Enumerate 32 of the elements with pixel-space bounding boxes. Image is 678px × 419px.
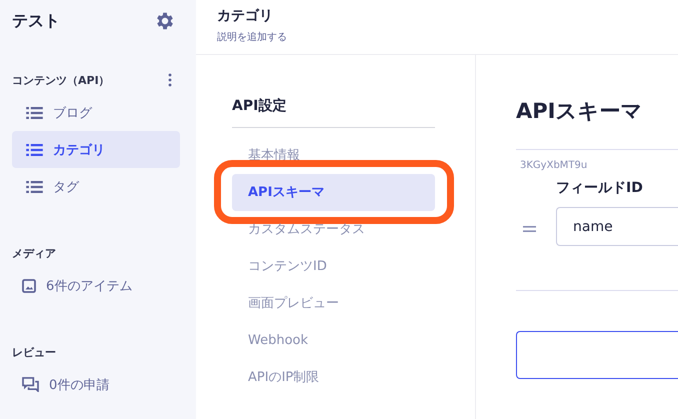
- list-icon: [26, 144, 43, 156]
- sidebar-item[interactable]: タグ: [12, 168, 180, 205]
- add-description-link[interactable]: 説明を追加する: [217, 30, 287, 44]
- app-title: テスト: [12, 10, 60, 32]
- settings-nav-item[interactable]: 画面プレビュー: [232, 285, 435, 322]
- chat-icon: [22, 377, 39, 392]
- schema-title: APIスキーマ: [516, 97, 678, 150]
- section-title: メディア: [12, 246, 56, 260]
- settings-nav-item[interactable]: Webhook: [232, 322, 435, 359]
- drag-handle-icon[interactable]: [523, 226, 536, 232]
- section-title: コンテンツ（API）: [12, 72, 110, 88]
- image-icon: [22, 278, 36, 292]
- list-icon: [26, 180, 43, 192]
- settings-nav-item[interactable]: APIスキーマ: [232, 174, 435, 211]
- settings-nav-item[interactable]: APIのIP制限: [232, 359, 435, 396]
- settings-nav-item[interactable]: カスタムステータス: [232, 211, 435, 248]
- settings-title: API設定: [232, 97, 435, 128]
- field-id-input[interactable]: name: [556, 207, 678, 246]
- page-title: カテゴリ: [217, 7, 274, 25]
- field-key: 3KGyXbMT9u: [516, 160, 678, 171]
- sidebar-item[interactable]: カテゴリ: [12, 131, 180, 168]
- sidebar-item[interactable]: 6件のアイテム: [12, 267, 180, 304]
- settings-nav-item[interactable]: コンテンツID: [232, 248, 435, 285]
- sidebar-item[interactable]: ブログ: [12, 94, 180, 131]
- settings-nav-item[interactable]: 基本情報: [232, 137, 435, 174]
- more-icon[interactable]: [168, 73, 172, 87]
- settings-icon[interactable]: [154, 10, 176, 32]
- sidebar-item[interactable]: 0件の申請: [12, 366, 180, 403]
- field-label: フィールドID: [556, 179, 644, 197]
- list-icon: [26, 106, 43, 118]
- section-title: レビュー: [12, 344, 56, 360]
- input-field[interactable]: [516, 331, 678, 379]
